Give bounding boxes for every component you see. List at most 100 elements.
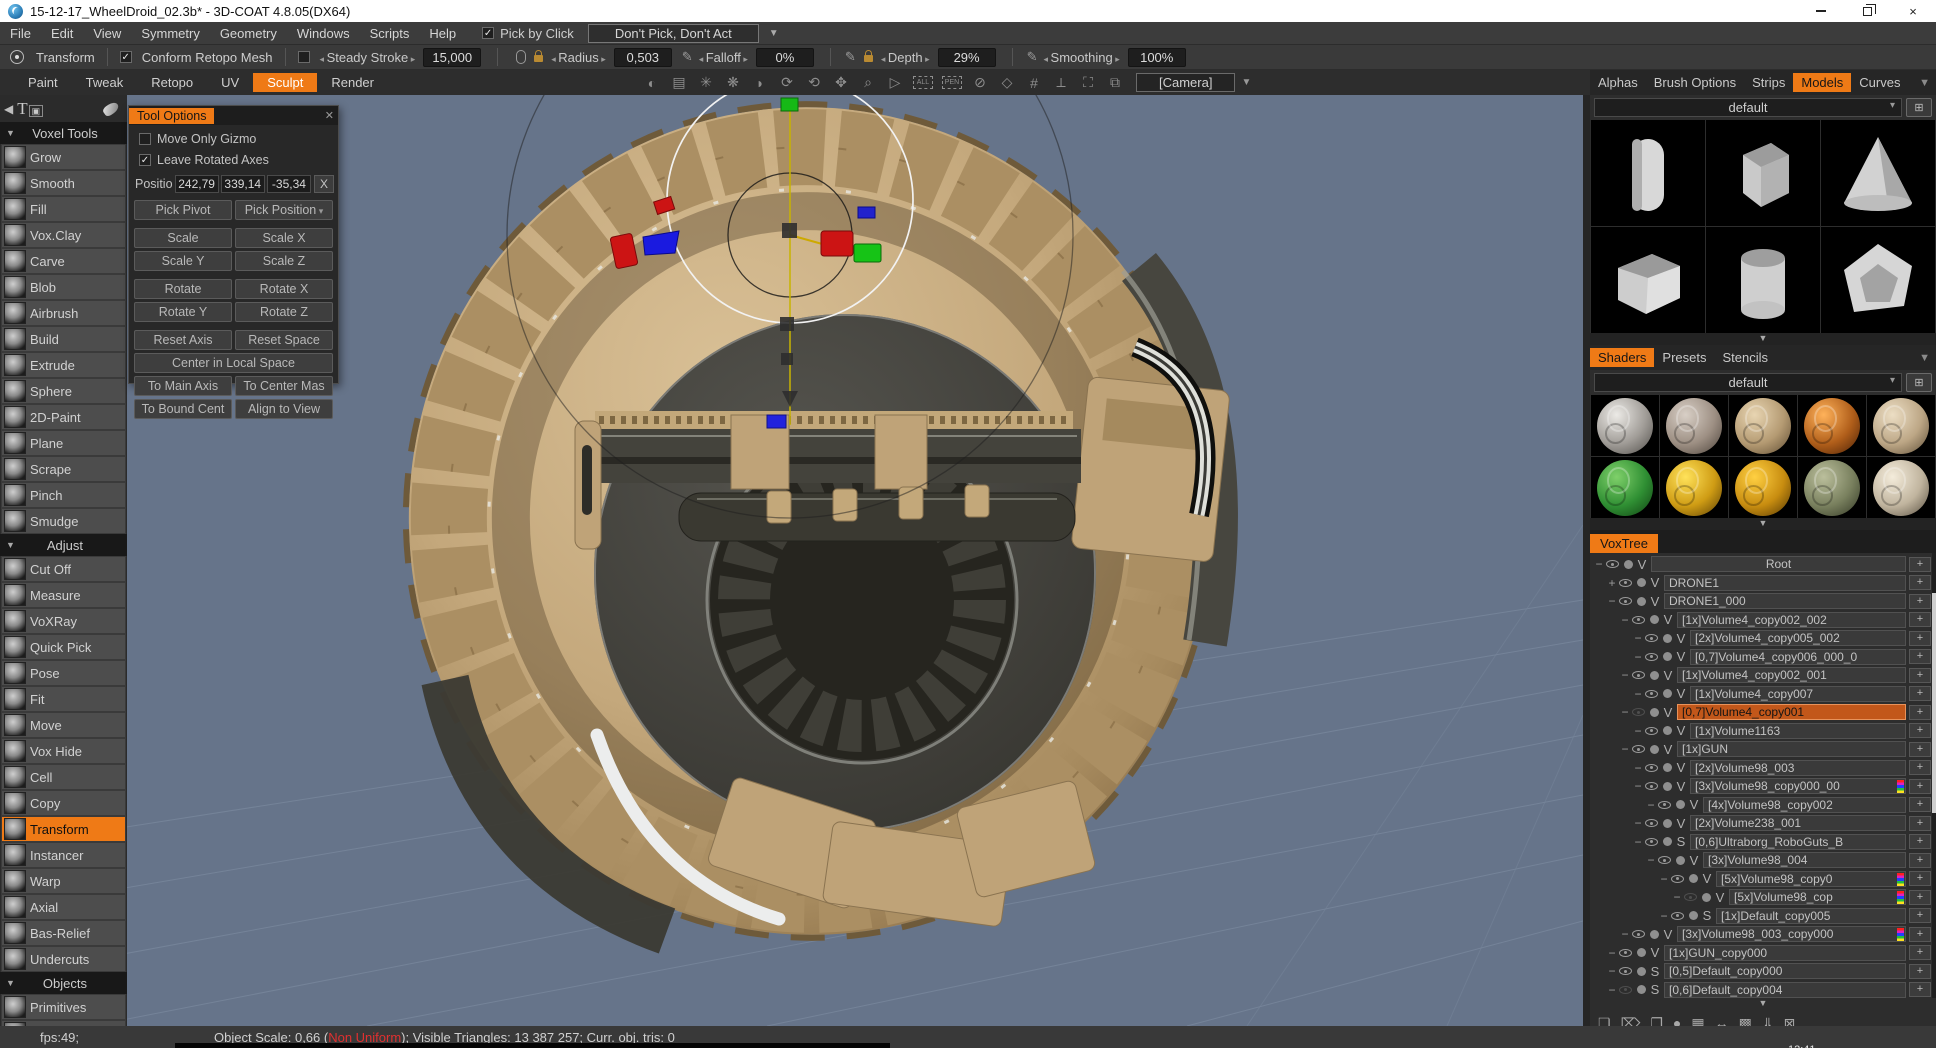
ghosting-icon[interactable] — [1650, 615, 1659, 624]
panel-tab-models[interactable]: Models — [1793, 73, 1851, 92]
tree-row[interactable]: −V[5x]Volume98_copy0+ — [1590, 870, 1936, 889]
add-child-button[interactable]: + — [1909, 668, 1931, 683]
position-x-field[interactable]: 242,79 — [175, 175, 219, 193]
tool-sphere[interactable]: Sphere — [1, 378, 126, 404]
tool-options-header[interactable]: Tool Options ✕ — [129, 106, 338, 125]
panel-tab-alphas[interactable]: Alphas — [1590, 73, 1646, 92]
tree-row[interactable]: −V[3x]Volume98_004+ — [1590, 851, 1936, 870]
expander-icon[interactable]: − — [1607, 983, 1617, 997]
add-child-button[interactable]: + — [1909, 890, 1931, 905]
add-child-button[interactable]: + — [1909, 908, 1931, 923]
radius-lock-icon[interactable] — [534, 55, 543, 62]
ghosting-icon[interactable] — [1637, 948, 1646, 957]
model-thumb-box[interactable] — [1706, 120, 1820, 226]
ghosting-icon[interactable] — [1650, 930, 1659, 939]
panel-tab-shaders[interactable]: Shaders — [1590, 348, 1654, 367]
add-child-button[interactable]: + — [1909, 964, 1931, 979]
add-child-button[interactable]: + — [1909, 612, 1931, 627]
section-header-objects[interactable]: ▼Objects — [0, 972, 127, 994]
expander-icon[interactable]: − — [1607, 594, 1617, 608]
disable-icon[interactable]: ⊘ — [971, 74, 989, 91]
expander-icon[interactable]: − — [1633, 779, 1643, 793]
visibility-eye-icon[interactable] — [1658, 801, 1671, 809]
menu-symmetry[interactable]: Symmetry — [131, 26, 210, 41]
tool-axial[interactable]: Axial — [1, 894, 126, 920]
select-pen-icon[interactable]: PEN — [942, 76, 962, 89]
tool-plane[interactable]: Plane — [1, 430, 126, 456]
panel-menu-icon[interactable]: ▼ — [1919, 352, 1930, 364]
panel-tab-presets[interactable]: Presets — [1654, 348, 1714, 367]
tool-smudge[interactable]: Smudge — [1, 508, 126, 534]
text-tool-icon[interactable]: T▣ — [17, 99, 43, 119]
visibility-eye-icon[interactable] — [1606, 560, 1619, 568]
rotate-z-button[interactable]: Rotate Z — [235, 302, 333, 322]
tool-blob[interactable]: Blob — [1, 274, 126, 300]
shader-thumb-copper[interactable] — [1798, 395, 1866, 456]
stroke-mode-icon[interactable] — [102, 100, 121, 117]
add-child-button[interactable]: + — [1909, 575, 1931, 590]
expander-icon[interactable]: − — [1620, 927, 1630, 941]
tree-row[interactable]: −VRoot+ — [1590, 555, 1936, 574]
tool-quick-pick[interactable]: Quick Pick — [1, 634, 126, 660]
visibility-eye-icon[interactable] — [1671, 875, 1684, 883]
center-in-local-space-button[interactable]: Center in Local Space — [134, 353, 333, 373]
tree-row[interactable]: +VDRONE1+ — [1590, 574, 1936, 593]
tree-row[interactable]: −V[4x]Volume98_copy002+ — [1590, 796, 1936, 815]
menu-view[interactable]: View — [83, 26, 131, 41]
tool-2d-paint[interactable]: 2D-Paint — [1, 404, 126, 430]
tool-vox-clay[interactable]: Vox.Clay — [1, 222, 126, 248]
scale-x-button[interactable]: Scale X — [235, 228, 333, 248]
tree-row[interactable]: −V[0,7]Volume4_copy006_000_0+ — [1590, 648, 1936, 667]
add-child-button[interactable]: + — [1909, 797, 1931, 812]
expander-icon[interactable]: − — [1659, 909, 1669, 923]
visibility-eye-icon[interactable] — [1645, 764, 1658, 772]
tree-row[interactable]: −VDRONE1_000+ — [1590, 592, 1936, 611]
add-child-button[interactable]: + — [1909, 982, 1931, 997]
ghosting-icon[interactable] — [1650, 708, 1659, 717]
layer-name[interactable]: [1x]Volume1163 — [1690, 723, 1906, 739]
expander-icon[interactable]: − — [1633, 631, 1643, 645]
contrast-icon[interactable]: ◐ — [643, 75, 661, 91]
tool-extrude[interactable]: Extrude — [1, 352, 126, 378]
layer-name[interactable]: DRONE1 — [1664, 575, 1906, 591]
conform-retopo-checkbox[interactable]: ✓ — [120, 51, 132, 63]
ghosting-icon[interactable] — [1676, 856, 1685, 865]
background-icon[interactable]: ▤ — [670, 74, 688, 91]
tool-grow[interactable]: Grow — [1, 144, 126, 170]
ghosting-icon[interactable] — [1663, 819, 1672, 828]
smoothing-label[interactable]: Smoothing — [1044, 50, 1120, 65]
menu-file[interactable]: File — [0, 26, 41, 41]
tab-tweak[interactable]: Tweak — [72, 73, 138, 92]
expander-icon[interactable]: − — [1633, 761, 1643, 775]
pressure-mouse-icon[interactable] — [516, 50, 526, 64]
add-child-button[interactable]: + — [1909, 853, 1931, 868]
falloff-value[interactable]: 0% — [756, 48, 814, 67]
tree-row[interactable]: −V[1x]Volume1163+ — [1590, 722, 1936, 741]
scale-z-button[interactable]: Scale Z — [235, 251, 333, 271]
ghosting-icon[interactable] — [1689, 911, 1698, 920]
expander-icon[interactable]: − — [1607, 964, 1617, 978]
tree-row[interactable]: −V[3x]Volume98_003_copy000+ — [1590, 925, 1936, 944]
ghosting-icon[interactable] — [1663, 652, 1672, 661]
visibility-eye-icon[interactable] — [1671, 912, 1684, 920]
tab-uv[interactable]: UV — [207, 73, 253, 92]
rotate-view-icon[interactable]: ⟲ — [805, 74, 823, 91]
tool-bas-relief[interactable]: Bas-Relief — [1, 920, 126, 946]
visibility-eye-icon[interactable] — [1684, 893, 1697, 901]
visibility-eye-icon[interactable] — [1645, 838, 1658, 846]
close-button[interactable]: × — [1890, 0, 1936, 22]
layer-name[interactable]: DRONE1_000 — [1664, 593, 1906, 609]
tool-scrape[interactable]: Scrape — [1, 456, 126, 482]
tool-cut-off[interactable]: Cut Off — [1, 556, 126, 582]
smoothing-pen-icon[interactable]: ✎ — [1027, 49, 1038, 65]
visibility-eye-icon[interactable] — [1632, 930, 1645, 938]
shader-thumb-silver[interactable] — [1591, 395, 1659, 456]
expander-icon[interactable]: − — [1633, 724, 1643, 738]
rotate-button[interactable]: Rotate — [134, 279, 232, 299]
pick-position-button[interactable]: Pick Position — [235, 200, 333, 220]
transform-tool-icon[interactable] — [10, 50, 24, 64]
gizmo-bottom-handle[interactable] — [767, 415, 786, 428]
layer-name[interactable]: [1x]GUN_copy000 — [1664, 945, 1906, 961]
steady-stroke-label[interactable]: Steady Stroke — [320, 50, 416, 65]
checkbox-move-only-gizmo[interactable]: ✓Move Only Gizmo — [139, 132, 338, 146]
